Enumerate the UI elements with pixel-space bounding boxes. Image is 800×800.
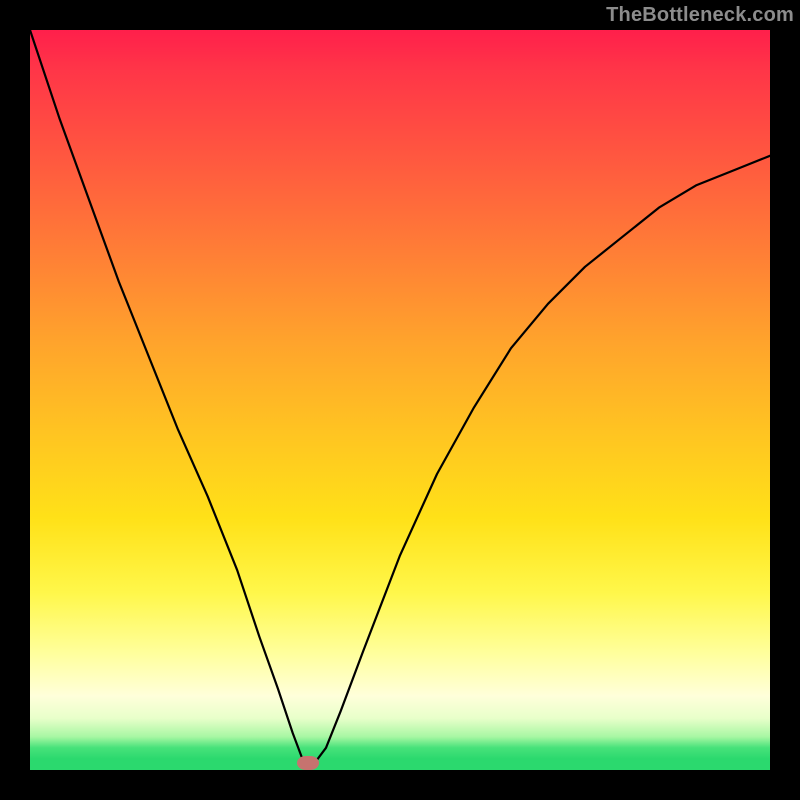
chart-frame: TheBottleneck.com	[0, 0, 800, 800]
plot-area	[30, 30, 770, 770]
minimum-marker	[297, 756, 319, 770]
watermark-text: TheBottleneck.com	[606, 0, 794, 30]
bottleneck-curve	[30, 30, 770, 770]
